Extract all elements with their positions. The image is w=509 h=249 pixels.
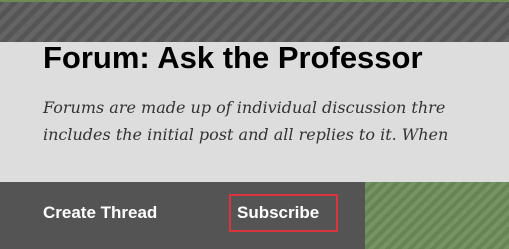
top-banner: [0, 0, 509, 42]
subscribe-label: Subscribe: [237, 203, 320, 222]
decorative-green-band: [365, 182, 509, 249]
description-line-2: includes the initial post and all replie…: [43, 125, 449, 144]
forum-description: Forums are made up of individual discuss…: [43, 94, 448, 148]
description-line-1: Forums are made up of individual discuss…: [43, 98, 446, 117]
forum-page: Forum: Ask the Professor Forums are made…: [0, 0, 509, 249]
subscribe-button[interactable]: Subscribe: [229, 194, 338, 232]
page-title: Forum: Ask the Professor: [43, 40, 423, 75]
create-thread-button[interactable]: Create Thread: [43, 203, 157, 223]
